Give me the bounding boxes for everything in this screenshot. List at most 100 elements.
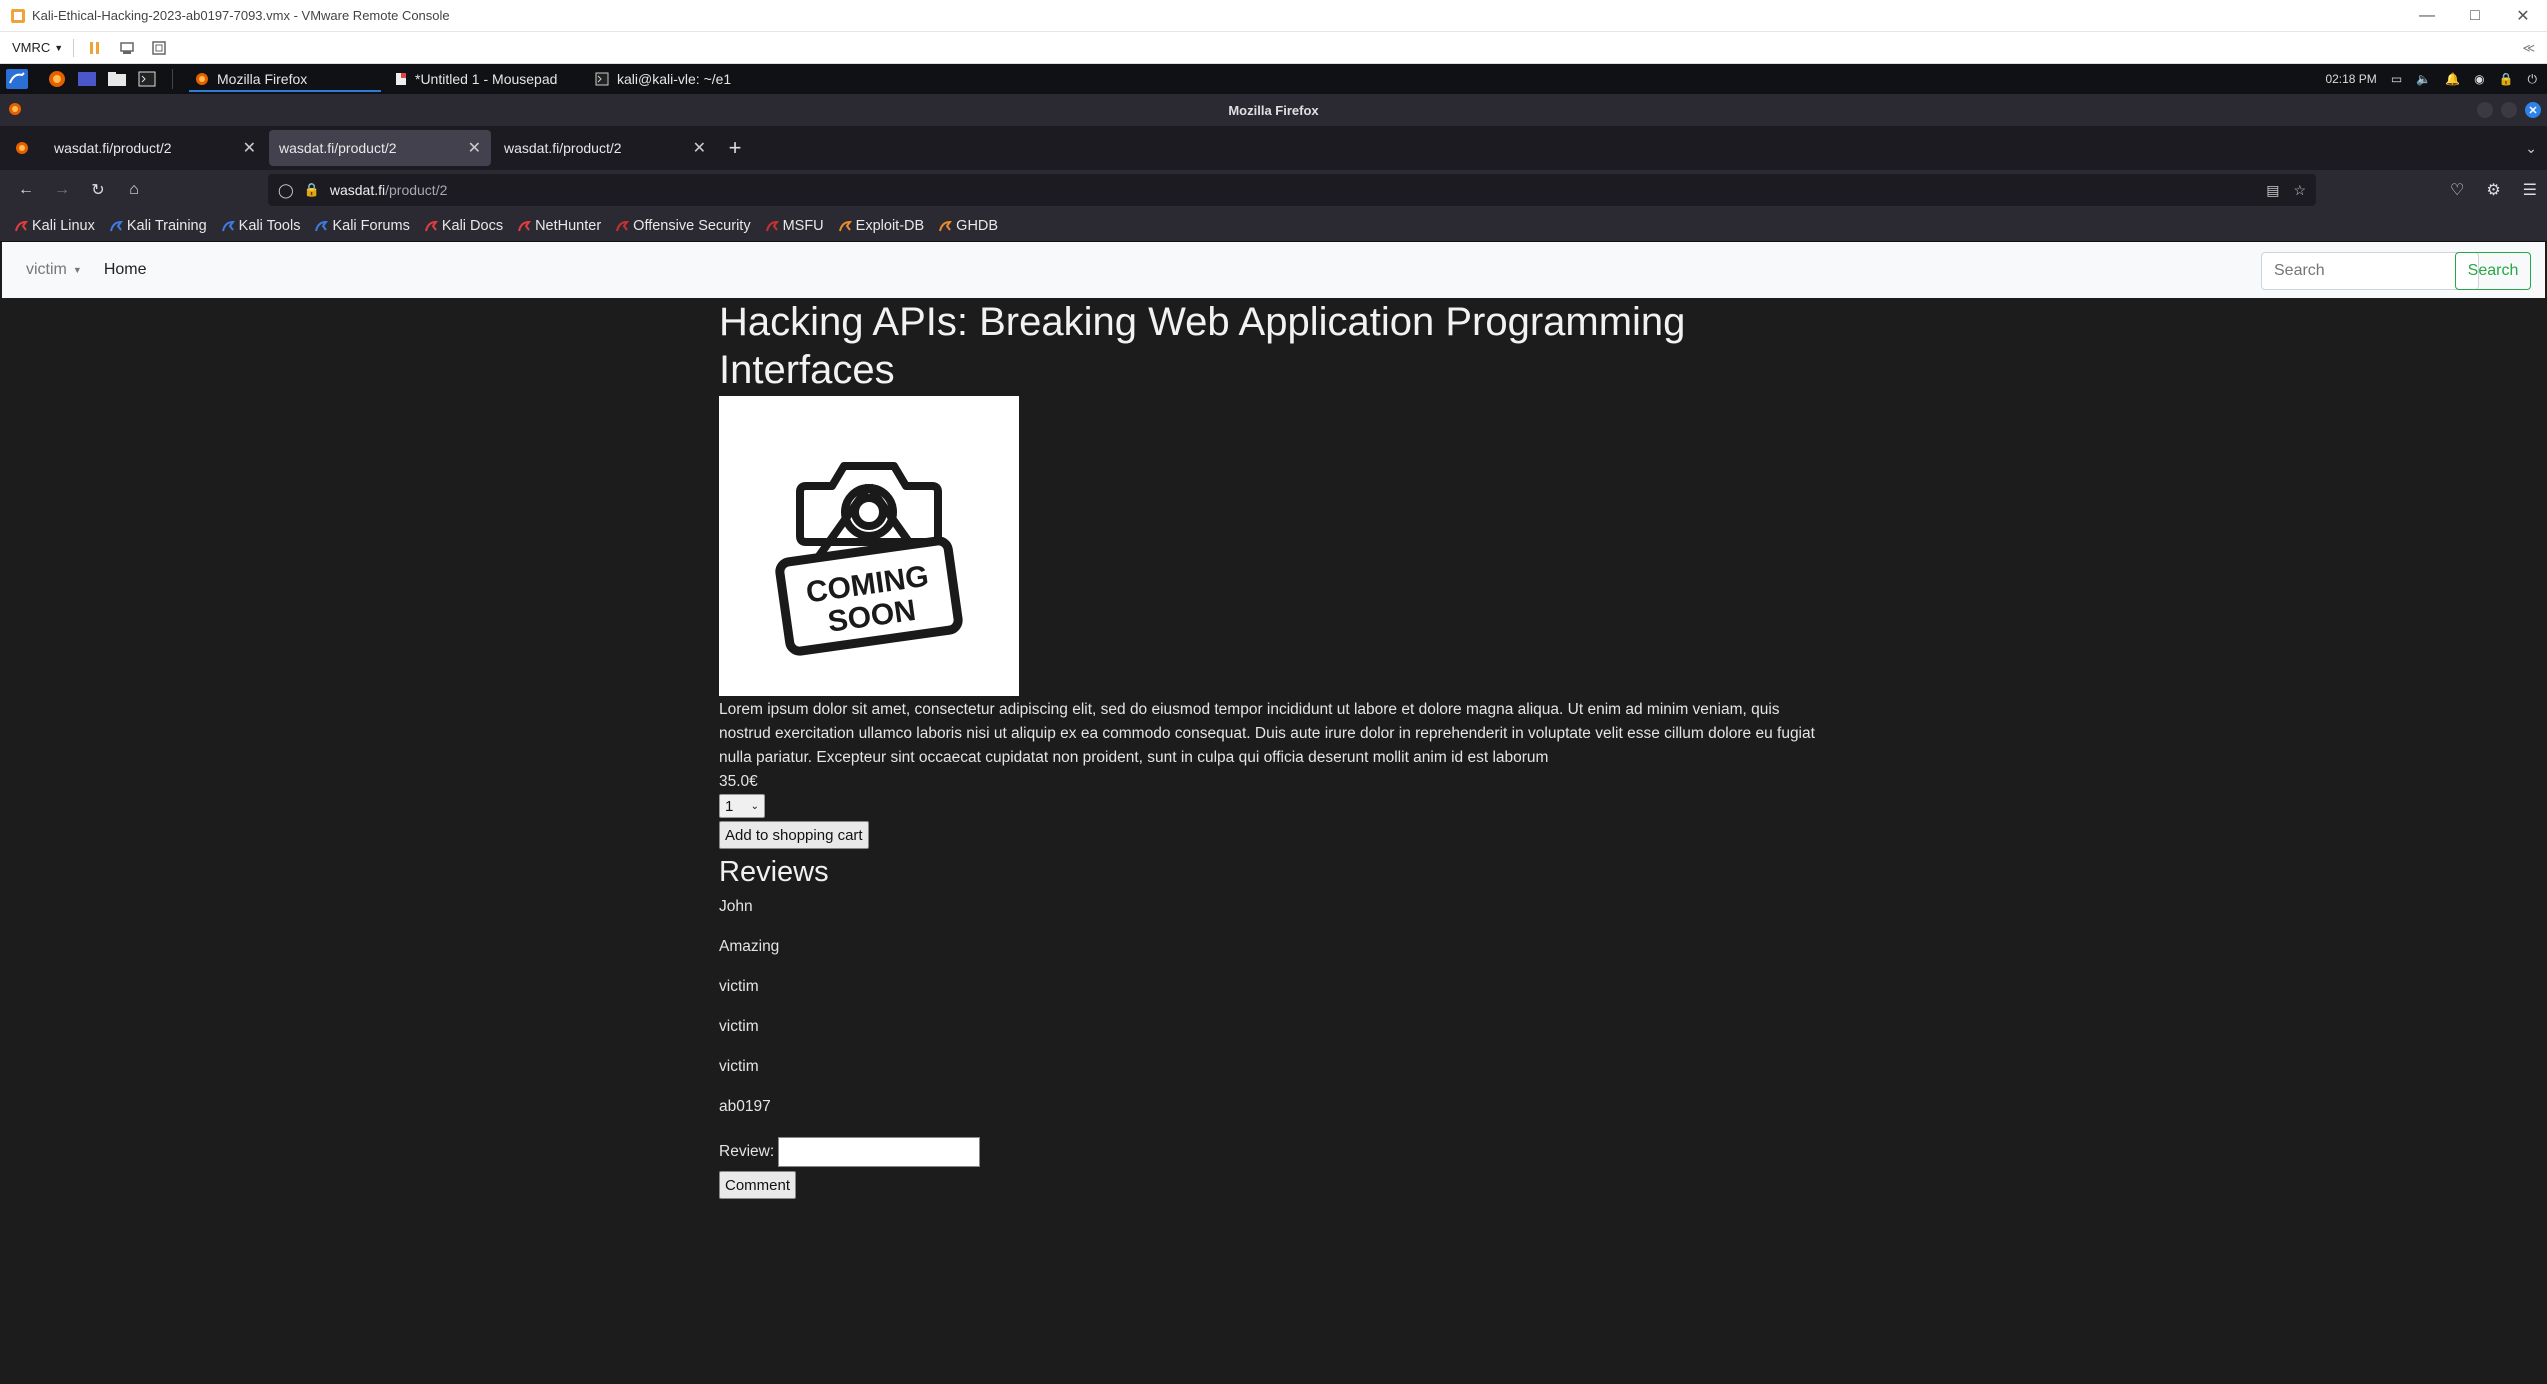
network-icon[interactable]: ◉ bbox=[2474, 72, 2484, 86]
close-tab-icon[interactable]: ✕ bbox=[468, 138, 481, 158]
menu-icon[interactable]: ☰ bbox=[2523, 180, 2537, 200]
review-input[interactable] bbox=[778, 1137, 981, 1167]
review-label: Review: bbox=[719, 1143, 775, 1160]
maximize-button[interactable] bbox=[2501, 102, 2517, 118]
tab-label: wasdat.fi/product/2 bbox=[54, 140, 172, 156]
home-link[interactable]: Home bbox=[104, 261, 147, 279]
shield-icon[interactable]: ◯ bbox=[278, 182, 294, 199]
display-icon[interactable]: ▭ bbox=[2391, 72, 2402, 86]
bookmark-item[interactable]: Kali Linux bbox=[14, 218, 95, 234]
task-label: kali@kali-vle: ~/e1 bbox=[617, 71, 732, 87]
bookmark-item[interactable]: Offensive Security bbox=[615, 217, 751, 234]
file-manager-icon[interactable] bbox=[104, 67, 130, 91]
power-icon[interactable]: ⏻ bbox=[2528, 72, 2538, 87]
search-button[interactable]: Search bbox=[2455, 252, 2531, 290]
bookmark-item[interactable]: Kali Training bbox=[109, 218, 207, 234]
search-input[interactable] bbox=[2261, 252, 2479, 290]
pocket-icon[interactable]: ♡ bbox=[2450, 180, 2464, 200]
list-all-tabs-icon[interactable]: ⌄ bbox=[2525, 140, 2537, 157]
bookmark-star-icon[interactable]: ☆ bbox=[2293, 182, 2306, 199]
bookmark-label: Offensive Security bbox=[633, 217, 751, 234]
pause-icon[interactable] bbox=[84, 37, 106, 59]
new-tab-button[interactable]: + bbox=[719, 132, 751, 164]
fullscreen-icon[interactable] bbox=[148, 37, 170, 59]
user-dropdown[interactable]: victim ▼ bbox=[26, 261, 82, 279]
reviews-heading: Reviews bbox=[719, 856, 829, 888]
close-button[interactable]: ✕ bbox=[2525, 102, 2541, 118]
browser-tab[interactable]: wasdat.fi/product/2 ✕ bbox=[494, 130, 716, 166]
task-terminal[interactable]: kali@kali-vle: ~/e1 bbox=[585, 64, 785, 94]
window-controls: — □ ✕ bbox=[2403, 0, 2547, 32]
product-title: Hacking APIs: Breaking Web Application P… bbox=[719, 300, 1686, 392]
url-path: /product/2 bbox=[385, 182, 448, 198]
notification-icon[interactable]: 🔔 bbox=[2445, 72, 2460, 86]
tab-strip: wasdat.fi/product/2 ✕ wasdat.fi/product/… bbox=[0, 126, 2547, 170]
bookmark-item[interactable]: NetHunter bbox=[517, 218, 601, 234]
bookmark-item[interactable]: Kali Docs bbox=[424, 218, 503, 234]
product-content: Hacking APIs: Breaking Web Application P… bbox=[719, 298, 1829, 1199]
collapse-icon[interactable]: ≪ bbox=[2522, 41, 2535, 55]
bookmark-item[interactable]: Exploit-DB bbox=[838, 218, 924, 234]
browser-tab-active[interactable]: wasdat.fi/product/2 ✕ bbox=[269, 130, 491, 166]
toolbar-divider bbox=[73, 38, 75, 57]
reader-view-icon[interactable]: ▤ bbox=[2266, 182, 2279, 199]
add-to-cart-button[interactable]: Add to shopping cart bbox=[719, 821, 869, 849]
review-item: John bbox=[719, 898, 753, 915]
browser-tab[interactable]: wasdat.fi/product/2 ✕ bbox=[44, 130, 266, 166]
maximize-button[interactable]: □ bbox=[2451, 0, 2499, 32]
extensions-icon[interactable]: ⚙ bbox=[2486, 180, 2500, 200]
vmrc-menu-label: VMRC bbox=[12, 40, 51, 55]
back-button[interactable]: ← bbox=[8, 174, 44, 206]
firefox-view-icon[interactable] bbox=[0, 126, 44, 170]
url-text: wasdat.fi/product/2 bbox=[330, 182, 448, 198]
bookmark-favicon-icon bbox=[14, 219, 29, 233]
user-name: victim bbox=[26, 261, 67, 278]
minimize-button[interactable]: — bbox=[2403, 0, 2451, 32]
kali-taskbar: Mozilla Firefox *Untitled 1 - Mousepad k… bbox=[0, 64, 2547, 94]
minimize-button[interactable] bbox=[2477, 102, 2493, 118]
reload-button[interactable]: ↻ bbox=[80, 174, 116, 206]
product-price: 35.0€ bbox=[719, 773, 758, 790]
vmware-logo-icon bbox=[11, 8, 25, 23]
quantity-select[interactable]: 1 ⌄ bbox=[719, 794, 765, 818]
tab-label: wasdat.fi/product/2 bbox=[279, 140, 397, 156]
caret-down-icon: ▼ bbox=[72, 265, 82, 275]
task-mousepad[interactable]: *Untitled 1 - Mousepad bbox=[385, 64, 585, 94]
bookmark-favicon-icon bbox=[424, 219, 438, 233]
bookmark-item[interactable]: MSFU bbox=[765, 218, 824, 234]
site-navbar: victim ▼ Home Search bbox=[2, 242, 2545, 298]
kali-menu-icon[interactable] bbox=[4, 67, 30, 91]
bookmark-favicon-icon bbox=[938, 219, 953, 233]
firefox-icon[interactable] bbox=[44, 67, 70, 91]
url-bar[interactable]: ◯ 🔒 wasdat.fi/product/2 ▤ ☆ bbox=[268, 174, 2316, 206]
clock[interactable]: 02:18 PM bbox=[2325, 72, 2376, 86]
mousepad-icon bbox=[396, 73, 406, 85]
bookmark-item[interactable]: GHDB bbox=[938, 218, 998, 234]
volume-icon[interactable]: 🔈 bbox=[2416, 72, 2431, 86]
bookmark-favicon-icon bbox=[109, 219, 123, 233]
firefox-icon bbox=[196, 73, 208, 85]
bookmarks-toolbar: Kali Linux Kali Training Kali Tools Kali Fo… bbox=[0, 210, 2547, 242]
bookmark-label: Kali Docs bbox=[441, 217, 504, 234]
chevron-down-icon: ⌄ bbox=[750, 800, 759, 812]
bookmark-item[interactable]: Kali Tools bbox=[221, 218, 300, 234]
bookmark-label: Kali Training bbox=[126, 217, 207, 234]
product-description: Lorem ipsum dolor sit amet, consectetur … bbox=[719, 701, 1815, 766]
workspace-icon[interactable] bbox=[74, 67, 100, 91]
terminal-icon[interactable] bbox=[134, 67, 160, 91]
review-item: victim bbox=[719, 1058, 759, 1075]
send-keys-icon[interactable] bbox=[116, 37, 138, 59]
task-label: *Untitled 1 - Mousepad bbox=[415, 71, 558, 87]
forward-button[interactable]: → bbox=[44, 174, 80, 206]
vmrc-menu[interactable]: VMRC ▼ bbox=[12, 40, 63, 55]
close-button[interactable]: ✕ bbox=[2499, 0, 2547, 32]
close-tab-icon[interactable]: ✕ bbox=[243, 138, 256, 158]
home-button[interactable]: ⌂ bbox=[116, 174, 152, 206]
lock-icon[interactable]: 🔒 bbox=[2499, 72, 2514, 86]
bookmark-item[interactable]: Kali Forums bbox=[314, 218, 410, 234]
comment-button[interactable]: Comment bbox=[719, 1171, 797, 1199]
task-firefox[interactable]: Mozilla Firefox bbox=[185, 64, 385, 94]
close-tab-icon[interactable]: ✕ bbox=[693, 138, 706, 158]
lock-icon[interactable]: 🔒 bbox=[304, 182, 320, 198]
bookmark-favicon-icon bbox=[765, 219, 779, 233]
